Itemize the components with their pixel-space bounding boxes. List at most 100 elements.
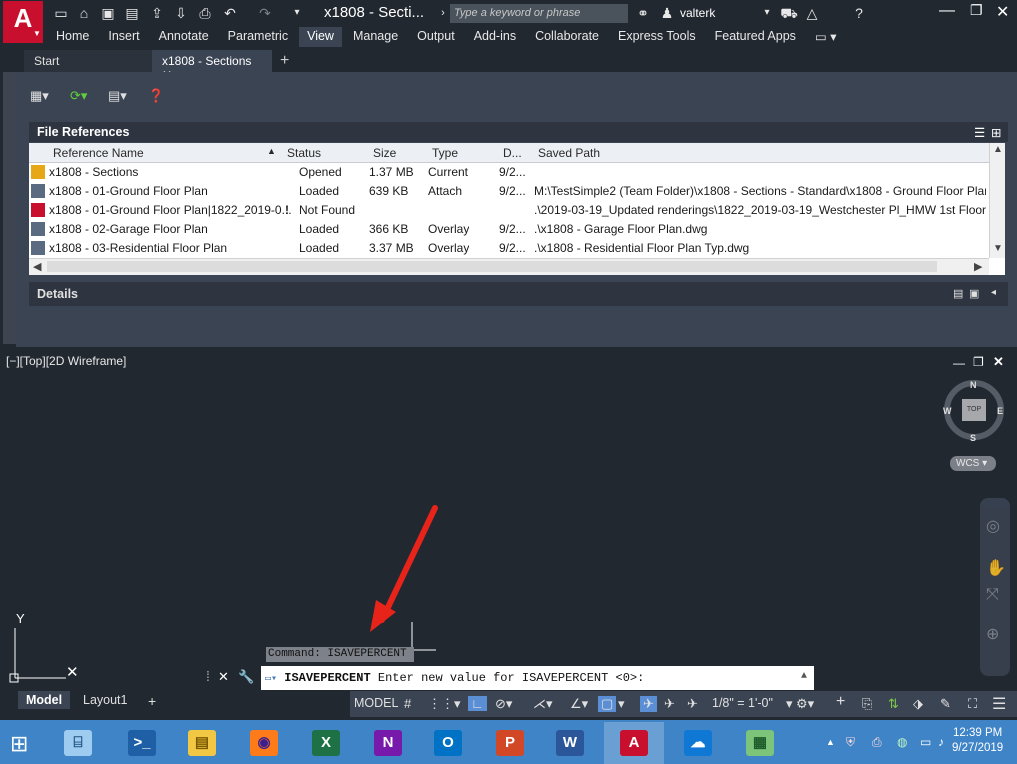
tab-current-drawing[interactable]: x1808 - Sections ✕ [152, 50, 272, 82]
taskbar-app-button[interactable]: ◉ [234, 722, 294, 764]
viewport-minimize-icon[interactable]: — [953, 356, 965, 370]
pan-icon[interactable]: ✋ [986, 558, 1006, 578]
taskbar-app-button[interactable]: O [418, 722, 478, 764]
file-references-header[interactable]: File References ☰ ⊞ [29, 122, 1008, 142]
taskbar-app-button[interactable]: A [604, 722, 664, 764]
customize-qat-icon[interactable]: ▾ [288, 4, 306, 22]
restore-icon[interactable]: ❐ [970, 2, 983, 19]
cart-icon[interactable]: ⛟ [780, 4, 798, 22]
table-row[interactable]: x1808 - 01-Ground Floor Plan|1822_2019-0… [29, 201, 989, 220]
search-input[interactable]: Type a keyword or phrase [450, 4, 628, 23]
tab-express-tools[interactable]: Express Tools [610, 27, 704, 47]
tab-model[interactable]: Model [18, 691, 71, 709]
system-clock[interactable]: 12:39 PM 9/27/2019 [952, 726, 1003, 756]
sort-ascending-icon[interactable]: ▲ [267, 146, 276, 156]
tab-parametric[interactable]: Parametric [220, 27, 296, 47]
command-line-handle[interactable]: ⁞ ✕ 🔧 [204, 666, 260, 690]
compass-east[interactable]: E [997, 406, 1003, 416]
tray-network-icon[interactable]: ◍ [897, 735, 907, 749]
change-path-icon[interactable]: ▤▾ [108, 88, 127, 104]
polar-tracking-icon[interactable]: ⊘▾ [495, 696, 512, 712]
annotation-monitor-icon[interactable]: + [836, 693, 845, 711]
new-file-icon[interactable]: ▭ [52, 4, 70, 22]
col-size[interactable]: Size [373, 146, 396, 160]
customization-menu-icon[interactable]: ☰ [992, 694, 1006, 714]
taskbar-app-button[interactable]: ☁ [668, 722, 728, 764]
scroll-up-icon[interactable]: ▲ [993, 144, 1003, 155]
close-icon[interactable]: ✕ [996, 2, 1009, 22]
isolate-objects-icon[interactable]: ✎ [940, 696, 951, 712]
scroll-left-icon[interactable]: ◀ [33, 260, 41, 273]
annotation-scale-value[interactable]: 1/8" = 1'-0" [712, 696, 773, 710]
details-header[interactable]: Details ▤ ▣ ◂ [29, 282, 1008, 306]
windows-start-icon[interactable]: ⊞ [10, 731, 28, 757]
object-snap-tracking-icon[interactable]: ∠▾ [570, 696, 588, 712]
ribbon-minimize-icon[interactable]: ▭ ▾ [807, 27, 845, 47]
object-snap-menu-icon[interactable]: ▾ [618, 696, 625, 712]
compass-west[interactable]: W [943, 406, 952, 416]
isodraft-icon[interactable]: ⋌▾ [533, 696, 553, 712]
refresh-icon[interactable]: ⟳▾ [70, 88, 87, 104]
tab-annotate[interactable]: Annotate [151, 27, 217, 47]
wcs-menu-button[interactable]: WCS ▾ [950, 456, 996, 471]
table-row[interactable]: x1808 - 03-Residential Floor Plan Loaded 3… [29, 239, 989, 258]
workspace-gear-icon[interactable]: ⚙▾ [796, 696, 814, 712]
tray-display-icon[interactable]: ▭ [920, 735, 931, 749]
list-view-icon[interactable]: ☰ [974, 125, 985, 140]
user-icon[interactable]: ♟ [658, 4, 676, 22]
taskbar-app-button[interactable]: ▦ [730, 722, 790, 764]
redo-icon[interactable]: ↷ [256, 4, 274, 22]
viewport-restore-icon[interactable]: ❐ [973, 355, 984, 369]
help-icon[interactable]: ? [850, 4, 868, 22]
tab-add-ins[interactable]: Add-ins [466, 27, 524, 47]
help-xref-icon[interactable]: ❓ [148, 88, 164, 104]
tab-manage[interactable]: Manage [345, 27, 406, 47]
preview-icon[interactable]: ▣ [969, 287, 979, 300]
scroll-right-icon[interactable]: ▶ [974, 260, 982, 273]
user-name[interactable]: valterk [680, 6, 715, 20]
orbit-icon[interactable]: ⊕ [986, 624, 999, 644]
command-history-expand-icon[interactable]: ▲ [801, 671, 807, 682]
tray-volume-icon[interactable]: ♪ [938, 735, 944, 749]
open-web-icon[interactable]: ⇪ [148, 4, 166, 22]
col-reference-name[interactable]: Reference Name [53, 146, 144, 160]
grid-icon[interactable]: # [404, 696, 411, 711]
new-layout-icon[interactable]: + [140, 691, 164, 711]
table-row[interactable]: x1808 - Sections Opened 1.37 MB Current 9/2.… [29, 163, 989, 182]
taskbar-app-button[interactable]: ▤ [172, 722, 232, 764]
col-status[interactable]: Status [287, 146, 321, 160]
auto-scale-icon[interactable]: ✈ [664, 696, 675, 712]
col-type[interactable]: Type [432, 146, 458, 160]
taskbar-app-button[interactable]: X [296, 722, 356, 764]
scale-dropdown-icon[interactable]: ▾ [786, 696, 793, 712]
scroll-thumb[interactable] [47, 261, 937, 272]
horizontal-scrollbar[interactable]: ◀ ▶ [29, 258, 989, 275]
palette-title-strip[interactable] [3, 72, 16, 344]
compass-north[interactable]: N [970, 380, 977, 390]
object-snap-icon[interactable]: ▢ [598, 696, 617, 712]
units-icon[interactable]: ⎘ [862, 696, 872, 712]
taskbar-app-button[interactable]: W [540, 722, 600, 764]
table-row[interactable]: x1808 - 02-Garage Floor Plan Loaded 366 KB… [29, 220, 989, 239]
tree-view-icon[interactable]: ⊞ [991, 125, 1001, 140]
lock-ui-icon[interactable]: ⬗ [913, 696, 923, 712]
attach-dwg-icon[interactable]: ▦▾ [30, 88, 49, 104]
tab-home[interactable]: Home [48, 27, 97, 47]
taskbar-app-button[interactable]: N [358, 722, 418, 764]
plot-icon[interactable]: ⎙ [196, 4, 214, 22]
zoom-extents-icon[interactable]: ⤧ [986, 586, 999, 604]
col-saved-path[interactable]: Saved Path [538, 146, 600, 160]
viewport-close-icon[interactable]: ✕ [993, 354, 1004, 370]
annotation-visibility-icon[interactable]: ✈ [640, 696, 657, 712]
table-row[interactable]: x1808 - 01-Ground Floor Plan Loaded 639 KB… [29, 182, 989, 201]
tab-view[interactable]: View [299, 27, 342, 47]
snap-icon[interactable]: ⋮⋮▾ [428, 696, 461, 712]
tab-collaborate[interactable]: Collaborate [527, 27, 607, 47]
taskbar-app-button[interactable]: >_ [112, 722, 172, 764]
recent-commands-icon[interactable]: ▭▾ [265, 674, 277, 685]
viewcube-top-face[interactable]: TOP [962, 399, 986, 421]
user-dropdown-icon[interactable]: ▾ [758, 4, 776, 22]
application-menu-button[interactable]: A ▼ [3, 1, 43, 43]
save-icon[interactable]: ▣ [99, 4, 117, 22]
tab-featured-apps[interactable]: Featured Apps [707, 27, 804, 47]
